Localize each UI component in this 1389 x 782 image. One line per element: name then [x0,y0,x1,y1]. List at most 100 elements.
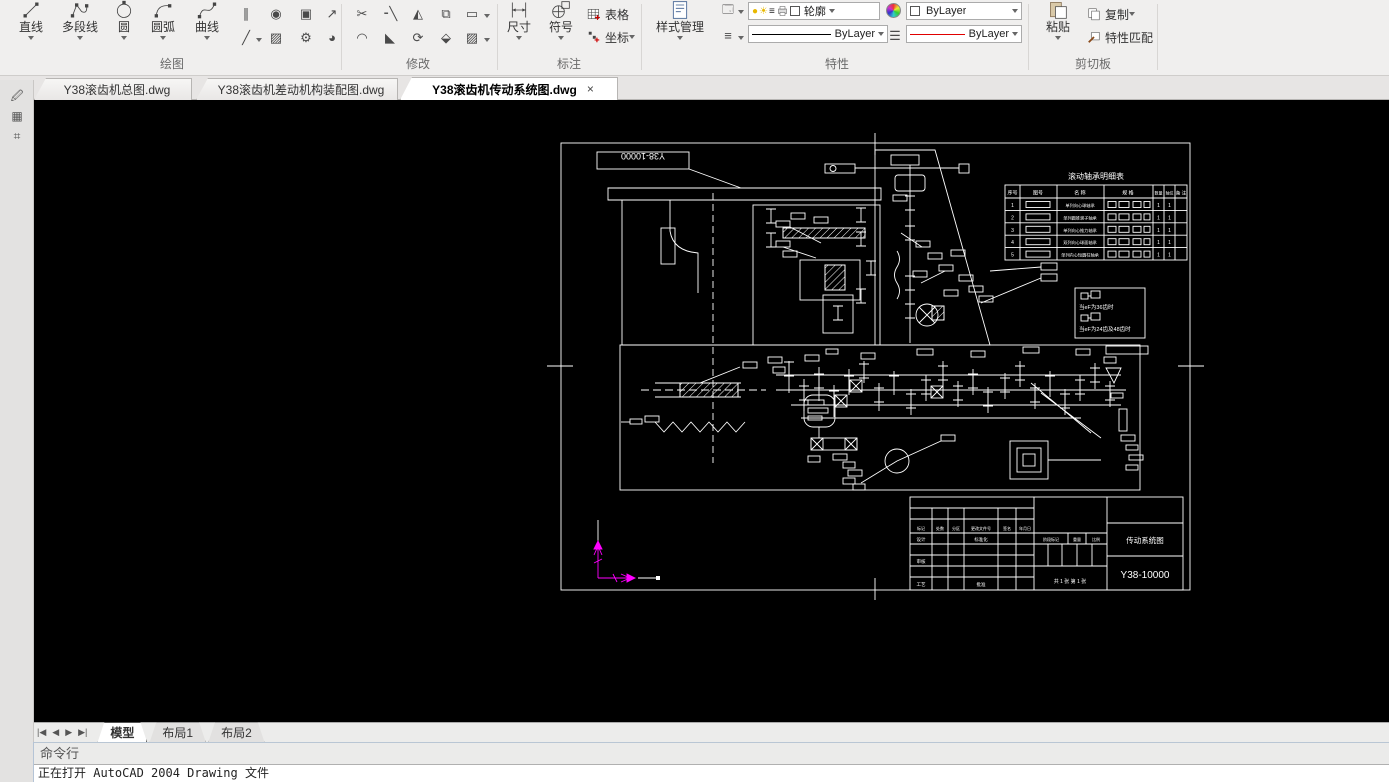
doc-tab-1[interactable]: Y38滚齿机总图.dwg [34,78,192,100]
dimension-button[interactable]: 尺寸 [500,0,538,52]
layer-states-icon[interactable]: 🗔 [718,0,738,20]
region-icon[interactable]: ◉ [266,4,286,24]
svg-text:单列向心短圆柱轴承: 单列向心短圆柱轴承 [1061,252,1100,259]
panel-separator [497,4,498,70]
tb-sheet-info: 共 1 张 第 1 张 [1054,578,1087,585]
point-icon[interactable]: ↗ [322,4,342,24]
ucs-icon [593,520,660,583]
cad-drawing: Y38-10000 滚动轴承明细表 序号 图号 名 称 规 格 数量 轴位 备 … [547,133,1204,600]
prev-tab-icon[interactable]: ◀ [52,727,59,738]
boundary-icon[interactable]: ▣ [296,4,316,24]
command-input[interactable]: 正在打开 AutoCAD 2004 Drawing 文件 [34,764,1389,782]
docked-toolbar: 🖉 ▦ ⌗ [0,80,34,782]
svg-text:1: 1 [1168,240,1171,246]
col-header: 数量 [1155,190,1163,196]
next-tab-icon[interactable]: ▶ [65,727,72,738]
close-icon[interactable]: × [587,82,594,96]
tb-col: 标记 [917,525,925,531]
array-icon[interactable]: ▭ [462,4,482,24]
gear-tool-icon[interactable]: ⚙ [296,28,316,48]
offset-icon[interactable]: ∥ [236,4,256,24]
chevron-down-icon[interactable] [738,10,744,17]
paste-button[interactable]: 粘贴 [1036,0,1080,52]
tab-layout1[interactable]: 布局1 [149,722,206,743]
svg-text:1: 1 [1168,228,1171,234]
drawing-canvas[interactable]: Y38-10000 滚动轴承明细表 序号 图号 名 称 规 格 数量 轴位 备 … [34,100,1389,722]
coordinate-button[interactable]: 坐标 [586,28,636,46]
fillet-icon[interactable]: ◠ [352,28,372,48]
circle-button[interactable]: 圆 [108,0,140,52]
lineweight-icon[interactable]: ≡ [718,26,738,46]
chamfer-icon[interactable]: ◣ [380,28,400,48]
mirror-icon[interactable]: ◭ [408,4,428,24]
match-properties-button[interactable]: 特性匹配 [1086,28,1153,46]
document-tab-bar: Y38滚齿机总图.dwg Y38滚齿机差动机构装配图.dwg Y38滚齿机传动系… [0,76,1389,100]
annotate-tool-icon[interactable]: 🖉 [6,86,28,104]
xline-icon[interactable]: ╱ [236,28,256,48]
doc-tab-3-active[interactable]: Y38滚齿机传动系统图.dwg × [400,77,618,100]
panel-separator [641,4,642,70]
svg-text:1: 1 [1157,215,1160,221]
mirror3d-icon[interactable]: ⬙ [436,28,456,48]
tab-layout2[interactable]: 布局2 [208,722,265,743]
color-combo[interactable]: ByLayer [906,2,1022,20]
chevron-down-icon [677,36,683,43]
gear-train [619,344,1149,491]
layer-combo[interactable]: ● ☀ ≡ 轮廓 [748,2,880,20]
erase-icon[interactable]: ✂ [352,4,372,24]
color-wheel-icon[interactable] [886,3,901,18]
move-icon[interactable]: ⁃╲ [380,4,400,24]
line-button[interactable]: 直线 [10,0,52,52]
hatch-tool-icon[interactable]: ▦ [6,106,28,124]
modify-panel-label: 修改 [405,57,430,71]
tb-audit: 审核 [917,558,926,565]
chevron-down-icon[interactable] [256,38,262,45]
chevron-down-icon [1012,8,1018,16]
grid-tool-icon[interactable]: ⌗ [6,126,28,144]
wipeout-icon[interactable]: ◕ [322,28,342,48]
chevron-down-icon[interactable] [738,36,744,43]
svg-text:1: 1 [1157,240,1160,246]
style-manager-icon [667,0,693,20]
copy-button[interactable]: 复制 [1086,5,1136,23]
drawing-number: Y38-10000 [1121,570,1170,581]
polyline-button[interactable]: 多段线 [54,0,106,52]
hatch-edit-icon[interactable]: ▨ [462,28,482,48]
chevron-down-icon[interactable] [484,38,490,45]
last-tab-icon[interactable]: ▶| [78,727,87,738]
hatch-icon[interactable]: ▨ [266,28,286,48]
command-panel-grip[interactable] [0,742,34,782]
chevron-down-icon[interactable] [484,14,490,21]
lineweight-combo[interactable]: ByLayer [748,25,888,43]
chevron-down-icon [77,36,83,43]
table-button[interactable]: 表格 [586,5,629,23]
paste-label: 粘贴 [1045,20,1070,34]
linetype-combo[interactable]: ByLayer [906,25,1022,43]
arc-label: 圆弧 [150,20,175,34]
style-manager-button[interactable]: 样式管理 [646,0,714,52]
overlap-icon[interactable]: ⧉ [436,4,456,24]
rotate-icon[interactable]: ⟳ [408,28,428,48]
bearing-table-title: 滚动轴承明细表 [1068,171,1124,181]
color-value: ByLayer [926,5,967,17]
chevron-down-icon [828,8,835,16]
arc-button[interactable]: 圆弧 [142,0,184,52]
first-tab-icon[interactable]: |◀ [37,727,46,738]
dimension-icon [506,0,532,20]
linetype-list-icon[interactable]: ☰ [884,26,904,46]
tab-model[interactable]: 模型 [97,722,147,743]
dimension-label: 尺寸 [506,20,531,34]
doc-tab-2[interactable]: Y38滚齿机差动机构装配图.dwg [196,78,398,100]
chevron-down-icon [204,36,210,43]
copy-label: 复制 [1105,7,1130,22]
tb-design: 设计 [917,536,926,543]
annotate-panel-label: 标注 [556,57,581,71]
spline-button[interactable]: 曲线 [186,0,228,52]
svg-text:双列向心球面轴承: 双列向心球面轴承 [1063,239,1097,246]
symbol-button[interactable]: 符号 [542,0,580,52]
coordinate-icon [586,30,602,44]
svg-text:单列向心推力轴承: 单列向心推力轴承 [1063,227,1097,234]
coordinate-label: 坐标 [605,30,630,45]
paste-icon [1045,0,1071,20]
color-swatch [910,6,920,16]
